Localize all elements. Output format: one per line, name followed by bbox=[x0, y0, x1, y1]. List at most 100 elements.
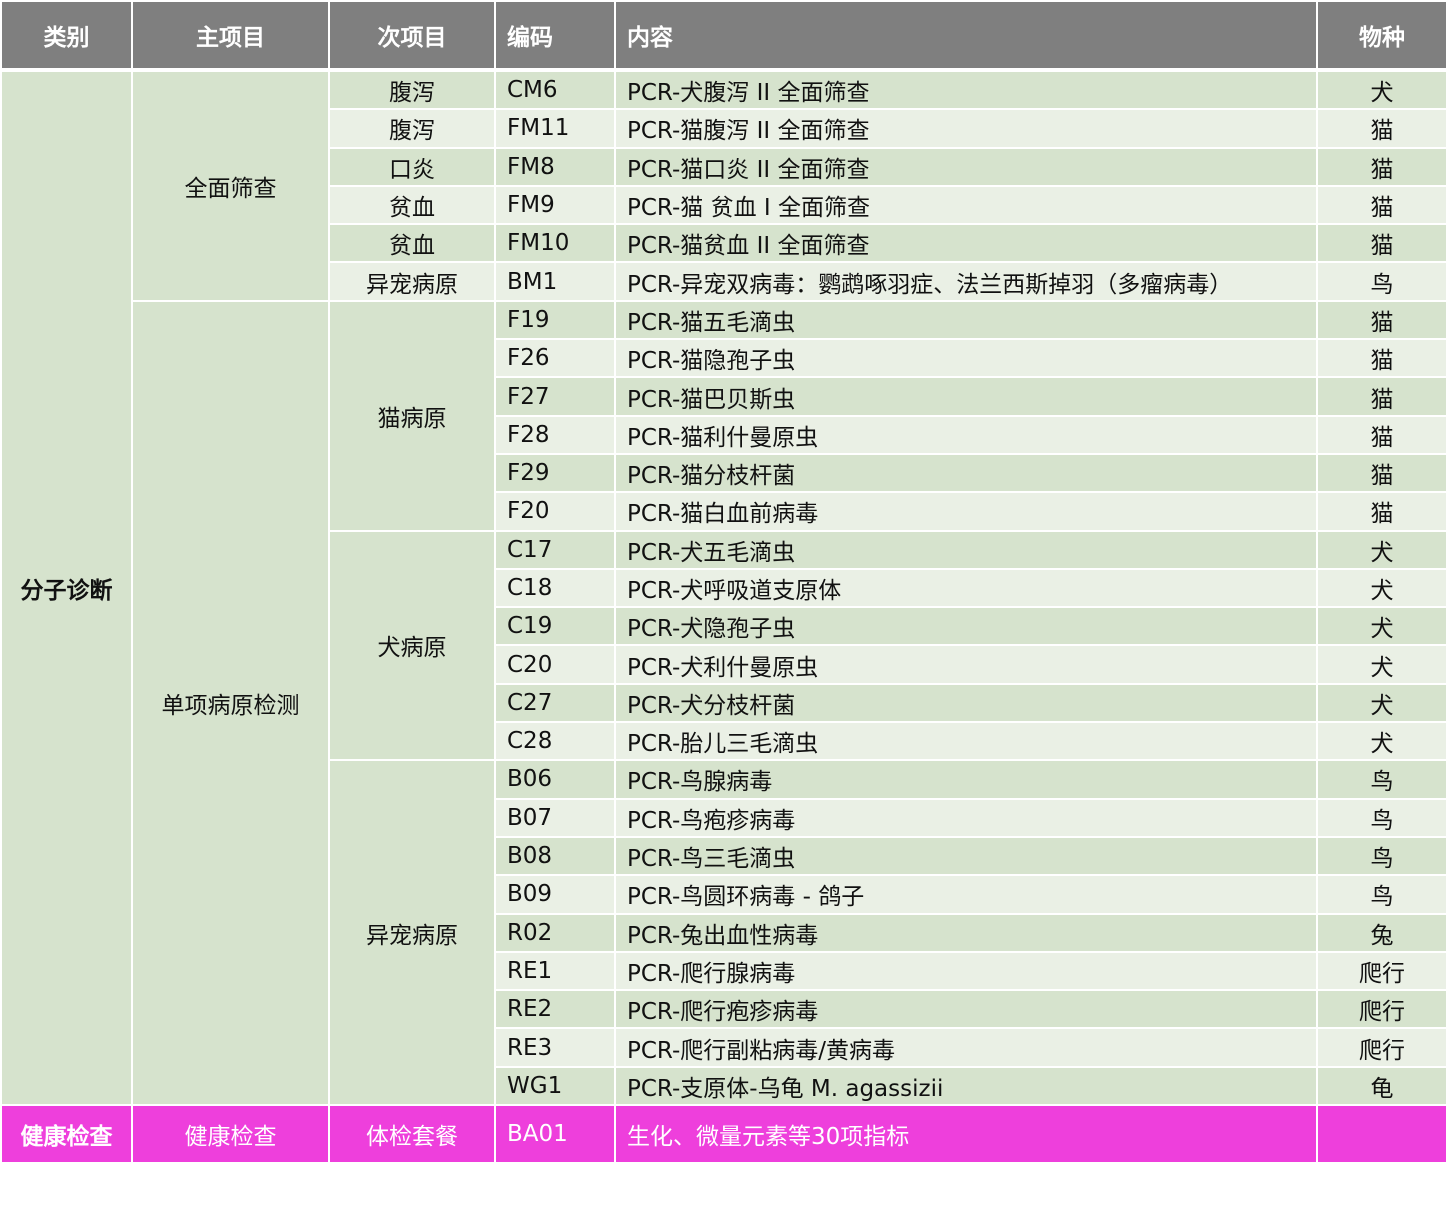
category-molecular-cell: 分子诊断 bbox=[0, 68, 133, 1107]
code-cell: F26 bbox=[494, 338, 616, 379]
code-cell: B09 bbox=[494, 874, 616, 915]
code-cell: C18 bbox=[494, 567, 616, 609]
code-cell: C19 bbox=[494, 606, 616, 647]
species-cell: 猫 bbox=[1316, 299, 1446, 341]
content-cell: PCR-猫利什曼原虫 bbox=[614, 414, 1318, 455]
code-cell: F28 bbox=[494, 414, 616, 455]
header-sub-item: 次项目 bbox=[328, 0, 496, 72]
species-cell: 犬 bbox=[1316, 644, 1446, 685]
content-cell: PCR-猫腹泻 II 全面筛查 bbox=[614, 108, 1318, 149]
content-cell: PCR-支原体-乌龟 M. agassizii bbox=[614, 1065, 1318, 1107]
code-cell: C28 bbox=[494, 721, 616, 762]
content-cell: PCR-异宠双病毒：鹦鹉啄羽症、法兰西斯掉羽（多瘤病毒） bbox=[614, 261, 1318, 302]
species-cell: 鸟 bbox=[1316, 759, 1446, 800]
species-cell: 猫 bbox=[1316, 452, 1446, 494]
species-cell: 鸟 bbox=[1316, 261, 1446, 302]
content-cell: PCR-犬呼吸道支原体 bbox=[614, 567, 1318, 609]
content-cell: PCR-犬隐孢子虫 bbox=[614, 606, 1318, 647]
species-cell: 犬 bbox=[1316, 682, 1446, 724]
content-cell: PCR-猫口炎 II 全面筛查 bbox=[614, 146, 1318, 187]
content-cell: PCR-猫隐孢子虫 bbox=[614, 338, 1318, 379]
content-cell: PCR-猫五毛滴虫 bbox=[614, 299, 1318, 341]
health-sub-cell: 体检套餐 bbox=[328, 1104, 496, 1165]
content-cell: PCR-爬行疱疹病毒 bbox=[614, 989, 1318, 1030]
species-cell: 犬 bbox=[1316, 567, 1446, 609]
health-code-cell: BA01 bbox=[494, 1104, 616, 1165]
main-single-pathogen-cell: 单项病原检测 bbox=[131, 299, 330, 1107]
code-cell: FM9 bbox=[494, 184, 616, 226]
content-cell: PCR-犬分枝杆菌 bbox=[614, 682, 1318, 724]
header-main-item: 主项目 bbox=[131, 0, 330, 72]
species-cell: 犬 bbox=[1316, 68, 1446, 111]
code-cell: R02 bbox=[494, 912, 616, 953]
code-cell: F27 bbox=[494, 376, 616, 417]
code-cell: RE3 bbox=[494, 1027, 616, 1068]
species-cell: 龟 bbox=[1316, 1065, 1446, 1107]
health-category-cell: 健康检查 bbox=[0, 1104, 133, 1165]
code-cell: F20 bbox=[494, 491, 616, 532]
sub-item-cell: 腹泻 bbox=[328, 108, 496, 149]
health-main-cell: 健康检查 bbox=[131, 1104, 330, 1165]
species-cell: 猫 bbox=[1316, 223, 1446, 264]
species-cell: 兔 bbox=[1316, 912, 1446, 953]
content-cell: PCR-兔出血性病毒 bbox=[614, 912, 1318, 953]
species-cell: 猫 bbox=[1316, 491, 1446, 532]
code-cell: B08 bbox=[494, 835, 616, 877]
code-cell: F29 bbox=[494, 452, 616, 494]
species-cell: 鸟 bbox=[1316, 835, 1446, 877]
code-cell: FM10 bbox=[494, 223, 616, 264]
content-cell: PCR-犬五毛滴虫 bbox=[614, 529, 1318, 570]
header-species: 物种 bbox=[1316, 0, 1446, 72]
species-cell: 猫 bbox=[1316, 338, 1446, 379]
table-row: 单项病原检测 猫病原 F19 PCR-猫五毛滴虫 猫 bbox=[1, 299, 1446, 1107]
header-category: 类别 bbox=[0, 0, 133, 72]
content-cell: PCR-猫 贫血 I 全面筛查 bbox=[614, 184, 1318, 226]
code-cell: C20 bbox=[494, 644, 616, 685]
sub-dog-pathogen-cell: 犬病原 bbox=[328, 529, 496, 762]
content-cell: PCR-犬利什曼原虫 bbox=[614, 644, 1318, 685]
species-cell: 猫 bbox=[1316, 414, 1446, 455]
table-row: 分子诊断 全面筛查 腹泻 CM6 PCR-犬腹泻 II 全面筛查 犬 bbox=[0, 68, 1446, 1107]
code-cell: B06 bbox=[494, 759, 616, 800]
code-cell: FM11 bbox=[494, 108, 616, 149]
species-cell: 猫 bbox=[1316, 376, 1446, 417]
content-cell: PCR-猫分枝杆菌 bbox=[614, 452, 1318, 494]
content-cell: PCR-爬行腺病毒 bbox=[614, 950, 1318, 992]
species-cell: 爬行 bbox=[1316, 1027, 1446, 1068]
sub-exotic-pathogen-cell: 异宠病原 bbox=[328, 759, 496, 1107]
code-cell: FM8 bbox=[494, 146, 616, 187]
species-cell: 鸟 bbox=[1316, 874, 1446, 915]
content-cell: PCR-爬行副粘病毒/黄病毒 bbox=[614, 1027, 1318, 1068]
header-content: 内容 bbox=[614, 0, 1318, 72]
species-cell: 爬行 bbox=[1316, 989, 1446, 1030]
species-cell: 鸟 bbox=[1316, 797, 1446, 838]
code-cell: F19 bbox=[494, 299, 616, 341]
content-cell: PCR-犬腹泻 II 全面筛查 bbox=[614, 68, 1318, 111]
species-cell: 猫 bbox=[1316, 184, 1446, 226]
health-content-cell: 生化、微量元素等30项指标 bbox=[614, 1104, 1318, 1165]
code-cell: CM6 bbox=[494, 68, 616, 111]
content-cell: PCR-猫巴贝斯虫 bbox=[614, 376, 1318, 417]
sub-item-cell: 口炎 bbox=[328, 146, 496, 187]
content-cell: PCR-胎儿三毛滴虫 bbox=[614, 721, 1318, 762]
code-cell: C17 bbox=[494, 529, 616, 570]
content-cell: PCR-鸟疱疹病毒 bbox=[614, 797, 1318, 838]
health-species-cell bbox=[1316, 1104, 1446, 1165]
code-cell: BM1 bbox=[494, 261, 616, 302]
species-cell: 犬 bbox=[1316, 529, 1446, 570]
species-cell: 爬行 bbox=[1316, 950, 1446, 992]
sub-item-cell: 贫血 bbox=[328, 184, 496, 226]
sub-item-cell: 腹泻 bbox=[328, 68, 496, 111]
species-cell: 猫 bbox=[1316, 108, 1446, 149]
header-row: 类别 主项目 次项目 编码 内容 物种 bbox=[0, 0, 1446, 72]
code-cell: WG1 bbox=[494, 1065, 616, 1107]
content-cell: PCR-鸟圆环病毒 - 鸽子 bbox=[614, 874, 1318, 915]
sub-item-cell: 贫血 bbox=[328, 223, 496, 264]
code-cell: RE2 bbox=[494, 989, 616, 1030]
code-cell: C27 bbox=[494, 682, 616, 724]
test-catalog-table: 类别 主项目 次项目 编码 内容 物种 分子诊断 全面筛查 腹泻 CM6 PCR… bbox=[0, 0, 1446, 1165]
species-cell: 猫 bbox=[1316, 146, 1446, 187]
header-code: 编码 bbox=[494, 0, 616, 72]
health-check-row: 健康检查 健康检查 体检套餐 BA01 生化、微量元素等30项指标 bbox=[0, 1104, 1446, 1165]
content-cell: PCR-猫贫血 II 全面筛查 bbox=[614, 223, 1318, 264]
